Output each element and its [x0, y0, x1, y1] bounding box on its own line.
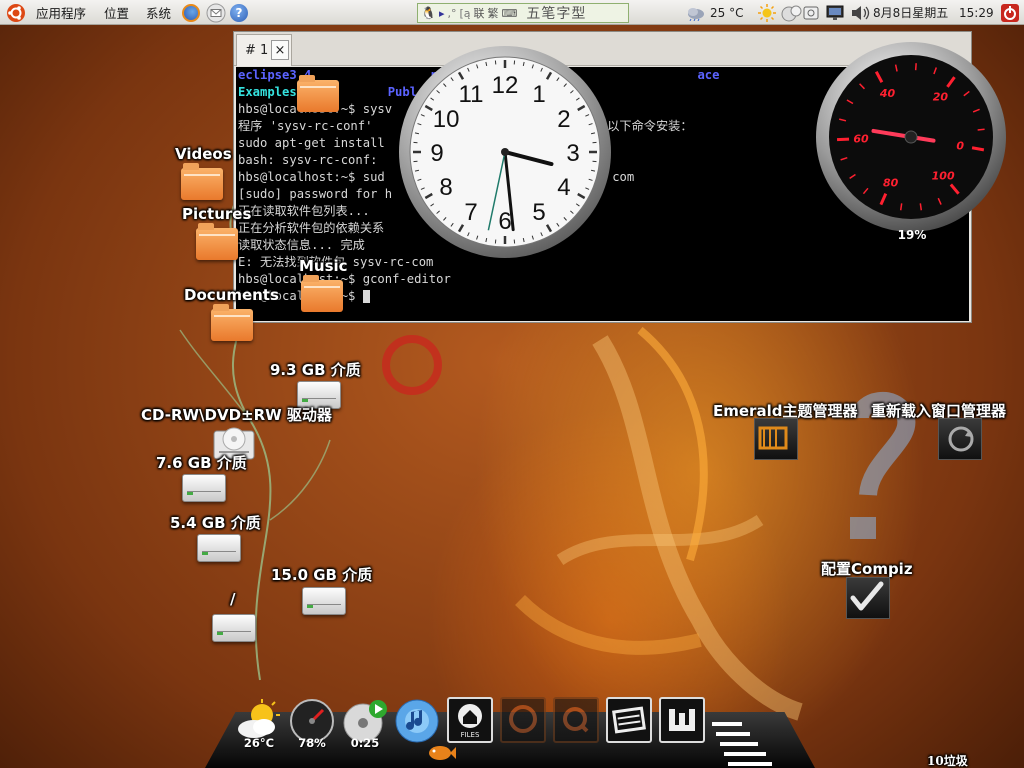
- configure-compiz-label[interactable]: 配置Compiz: [821, 558, 913, 579]
- music-folder-icon[interactable]: [301, 275, 343, 312]
- gauge-tick-label: 100: [932, 169, 955, 182]
- root-filesystem-label[interactable]: /: [230, 590, 235, 608]
- music-player-dock-icon[interactable]: [394, 698, 440, 744]
- clock-numeral: 3: [566, 140, 579, 167]
- analog-clock-widget[interactable]: 12 12 3 45678 9 1011: [397, 44, 613, 260]
- videos-folder-icon[interactable]: [181, 163, 223, 200]
- app-dock-button-3[interactable]: [553, 697, 599, 743]
- cpu-meter-dock-label: 78%: [298, 736, 326, 750]
- clock-numeral: 4: [557, 174, 570, 201]
- terminal-cursor: [362, 290, 370, 303]
- volume-5-4gb-label[interactable]: 5.4 GB 介质: [170, 512, 261, 533]
- gauge-percent-label: 19%: [897, 228, 927, 242]
- volume-5-4gb-drive-icon[interactable]: [197, 534, 241, 562]
- cdrw-drive-label[interactable]: CD-RW\DVD±RW 驱动器: [141, 404, 332, 425]
- clock-numeral: 8: [439, 174, 452, 201]
- clock-numeral: 9: [430, 140, 443, 167]
- volume-7-6gb-drive-icon[interactable]: [182, 474, 226, 502]
- clock-numeral: 7: [464, 199, 477, 226]
- trash-label[interactable]: 10垃圾: [927, 752, 968, 768]
- clock-numeral: 6: [498, 208, 511, 235]
- gauge-tick-label: 40: [879, 87, 896, 100]
- close-tab-button[interactable]: ×: [271, 40, 289, 60]
- clock-numeral: 11: [459, 81, 484, 108]
- emerald-theme-manager-icon[interactable]: [754, 418, 798, 460]
- folder-icon[interactable]: [297, 75, 339, 112]
- app-dock-button-5[interactable]: [659, 697, 705, 743]
- app-dock-button-4[interactable]: [606, 697, 652, 743]
- documents-folder-icon[interactable]: [211, 304, 253, 341]
- clock-numeral: 2: [557, 106, 570, 133]
- pictures-folder-label[interactable]: Pictures: [182, 205, 251, 223]
- clock-numeral: 12: [492, 72, 519, 99]
- terminal-tab-label: # 1: [245, 43, 269, 58]
- gauge-tick-label: 80: [883, 177, 899, 190]
- root-filesystem-drive-icon[interactable]: [212, 614, 256, 642]
- gauge-tick: [971, 146, 985, 152]
- cpu-gauge-widget[interactable]: 0 20 40 60 80 100: [814, 40, 1009, 235]
- clock-numeral: 1: [532, 81, 545, 108]
- configure-compiz-icon[interactable]: [846, 577, 890, 619]
- pictures-folder-icon[interactable]: [196, 223, 238, 260]
- gauge-tick: [899, 203, 903, 211]
- terminal-tab[interactable]: # 1 ×: [236, 34, 292, 66]
- volume-15-0gb-drive-icon[interactable]: [302, 587, 346, 615]
- weather-dock-label: 26°C: [243, 736, 275, 750]
- volume-15-0gb-label[interactable]: 15.0 GB 介质: [271, 564, 372, 585]
- videos-folder-label[interactable]: Videos: [175, 145, 232, 163]
- files-dock-button[interactable]: FILES: [447, 697, 493, 743]
- media-player-dock-label: 0:25: [350, 736, 380, 750]
- gauge-tick: [977, 128, 985, 131]
- music-folder-label[interactable]: Music: [299, 257, 348, 275]
- clock-numeral: 5: [532, 199, 545, 226]
- fish-icon[interactable]: [426, 742, 456, 768]
- dock-stripes-decoration: [712, 722, 772, 766]
- gauge-tick-label: 0: [956, 140, 964, 153]
- volume-7-6gb-label[interactable]: 7.6 GB 介质: [156, 452, 247, 473]
- volume-9-3gb-label[interactable]: 9.3 GB 介质: [270, 359, 361, 380]
- clock-numeral: 10: [433, 106, 460, 133]
- gauge-tick: [919, 203, 923, 211]
- files-dock-label: FILES: [461, 731, 480, 739]
- app-dock-button-2[interactable]: [500, 697, 546, 743]
- reload-window-manager-icon[interactable]: [938, 418, 982, 460]
- gauge-tick-label: 60: [853, 133, 869, 146]
- terminal-prompt-line[interactable]: hbs@localhost:~$: [238, 288, 969, 305]
- documents-folder-label[interactable]: Documents: [184, 286, 279, 304]
- gauge-tick-label: 20: [933, 91, 949, 104]
